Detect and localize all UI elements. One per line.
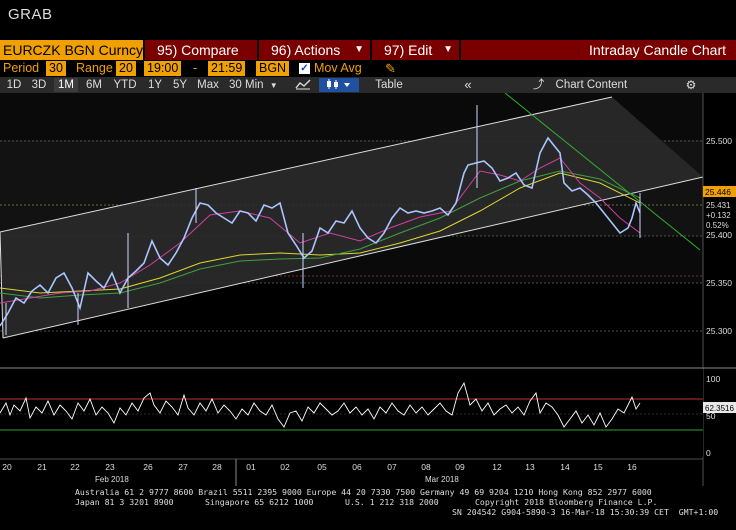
- gear-icon[interactable]: ⚙: [680, 78, 702, 92]
- x-tick: 07: [387, 462, 397, 472]
- price-change-pct: 0.52%: [706, 221, 729, 230]
- x-tick: 02: [280, 462, 290, 472]
- x-tick: 05: [317, 462, 327, 472]
- chart-type-title[interactable]: Intraday Candle Chart: [461, 40, 736, 60]
- x-tick: 01: [246, 462, 256, 472]
- price-tick: 25.350: [706, 278, 732, 288]
- footer-contacts-us: U.S. 1 212 318 2000: [345, 497, 439, 507]
- rsi-value-badge: 62.3516: [705, 404, 734, 413]
- x-tick: 08: [421, 462, 431, 472]
- x-tick: 27: [178, 462, 188, 472]
- candle-style-icon[interactable]: [319, 78, 359, 92]
- start-time-field[interactable]: 19:00: [144, 61, 182, 76]
- current-price: 25.431: [706, 201, 731, 210]
- x-tick: 06: [352, 462, 362, 472]
- range-button-1d[interactable]: 1D: [3, 78, 25, 92]
- footer: Australia 61 2 9777 8600 Brazil 5511 239…: [0, 486, 736, 530]
- time-separator: -: [193, 61, 198, 75]
- price-chart[interactable]: 25.500 25.400 25.350 25.300 25.446 25.43…: [0, 93, 736, 486]
- settings-bar: Period 30 Range 20 19:00 - 21:59 BGN ✓ M…: [0, 60, 736, 77]
- chevron-down-icon: ▼: [354, 44, 364, 55]
- footer-contacts-japan: Japan 81 3 3201 8900: [75, 497, 174, 507]
- compare-button[interactable]: 95) Compare: [145, 40, 257, 60]
- actions-label: 96) Actions: [271, 42, 341, 58]
- range-button-1m[interactable]: 1M: [54, 78, 78, 92]
- edit-menu[interactable]: 97) Edit ▼: [372, 40, 459, 60]
- edit-label: 97) Edit: [384, 42, 433, 58]
- x-tick: 16: [627, 462, 637, 472]
- x-tick: 21: [37, 462, 47, 472]
- x-tick: 09: [455, 462, 465, 472]
- range-button-6m[interactable]: 6M: [82, 78, 106, 92]
- range-bar: 1D 3D 1M 6M YTD 1Y 5Y Max 30 Min ▼ Table…: [0, 77, 736, 93]
- price-change: +0.132: [706, 211, 731, 220]
- pencil-icon[interactable]: ✎: [385, 61, 396, 76]
- chevrons-left-icon[interactable]: «: [458, 78, 478, 92]
- x-month-label: Mar 2018: [425, 475, 459, 484]
- window-titlebar: GRAB: [0, 0, 736, 40]
- mov-avg-label: Mov Avg: [314, 61, 362, 75]
- interval-select[interactable]: 30 Min ▼: [226, 78, 284, 92]
- x-tick: 13: [525, 462, 535, 472]
- chart-content-label: Chart Content: [555, 79, 628, 91]
- range-field[interactable]: 20: [116, 61, 136, 76]
- x-tick: 20: [2, 462, 12, 472]
- price-tick: 25.400: [706, 230, 732, 240]
- interval-value: 30 Min: [229, 79, 264, 91]
- range-button-5y[interactable]: 5Y: [169, 78, 191, 92]
- actions-menu[interactable]: 96) Actions ▼: [259, 40, 370, 60]
- footer-contacts-singapore: Singapore 65 6212 1000: [205, 497, 314, 507]
- table-label: Table: [375, 79, 403, 91]
- mov-avg-checkbox[interactable]: ✓: [299, 63, 310, 74]
- table-button[interactable]: Table: [368, 78, 410, 92]
- footer-contacts: Australia 61 2 9777 8600 Brazil 5511 239…: [75, 487, 652, 497]
- x-tick: 23: [105, 462, 115, 472]
- window-title: GRAB: [8, 6, 53, 23]
- chevron-down-icon: ▼: [443, 44, 453, 55]
- range-label: Range: [76, 61, 113, 75]
- x-tick: 12: [492, 462, 502, 472]
- range-button-ytd[interactable]: YTD: [110, 78, 140, 92]
- line-chart-icon[interactable]: [291, 78, 315, 92]
- period-label: Period: [3, 61, 40, 75]
- range-button-3d[interactable]: 3D: [28, 78, 50, 92]
- x-month-label: Feb 2018: [95, 475, 129, 484]
- price-tick: 25.500: [706, 136, 732, 146]
- chart-content-icon: ⤴: [532, 79, 545, 91]
- chart-content-button[interactable]: ⤴ Chart Content: [524, 78, 636, 92]
- x-tick: 28: [212, 462, 222, 472]
- end-time-field[interactable]: 21:59: [208, 61, 246, 76]
- rsi-tick: 100: [706, 374, 720, 384]
- range-button-1y[interactable]: 1Y: [144, 78, 166, 92]
- price-tick: 25.300: [706, 326, 732, 336]
- source-field[interactable]: BGN: [256, 61, 290, 76]
- period-field[interactable]: 30: [46, 61, 66, 76]
- x-tick: 26: [143, 462, 153, 472]
- last-price-badge: 25.446: [705, 187, 731, 197]
- x-tick: 14: [560, 462, 570, 472]
- x-tick: 22: [70, 462, 80, 472]
- chevron-down-icon: ▼: [269, 81, 278, 90]
- footer-copyright: Copyright 2018 Bloomberg Finance L.P.: [475, 497, 658, 507]
- footer-session-info: SN 204542 G904-5890-3 16-Mar-18 15:30:39…: [452, 507, 719, 517]
- range-button-max[interactable]: Max: [194, 78, 222, 92]
- rsi-tick: 0: [706, 448, 711, 458]
- command-bar: EURCZK BGN Curncy 95) Compare 96) Action…: [0, 40, 736, 60]
- ticker-field[interactable]: EURCZK BGN Curncy: [0, 40, 143, 60]
- x-tick: 15: [593, 462, 603, 472]
